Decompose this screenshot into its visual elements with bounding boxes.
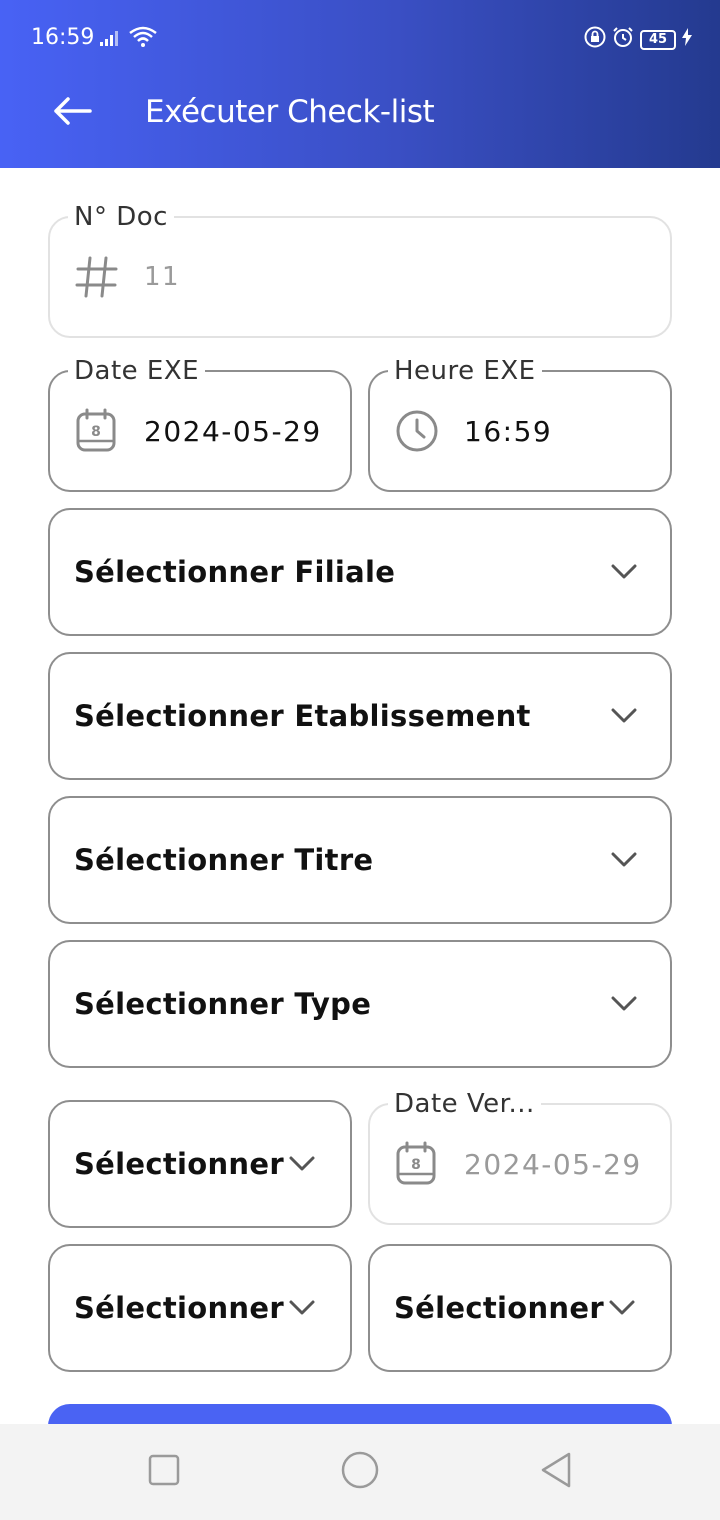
date-ver-value: 2024-05-29 [464, 1147, 642, 1181]
etablissement-select[interactable]: Sélectionner Etablissement [48, 652, 672, 780]
recent-apps-button[interactable] [124, 1424, 204, 1520]
select-1-label: Sélectionner [74, 1147, 284, 1181]
battery-indicator: 45 [640, 29, 676, 50]
chevron-down-icon [610, 654, 638, 778]
chevron-down-icon [610, 942, 638, 1066]
select-3-label: Sélectionner [394, 1291, 604, 1325]
doc-number-field[interactable]: N° Doc 11 [48, 202, 672, 338]
filiale-select-label: Sélectionner Filiale [74, 555, 396, 589]
date-ver-field: Date Ver... 8 2024-05-29 [368, 1089, 672, 1225]
svg-text:8: 8 [91, 424, 101, 440]
triangle-back-icon [539, 1451, 573, 1494]
back-nav-button[interactable] [516, 1424, 596, 1520]
circle-icon [341, 1451, 379, 1494]
calendar-icon: 8 [74, 372, 118, 490]
chevron-down-icon [288, 1102, 316, 1226]
back-button[interactable] [50, 93, 94, 133]
chevron-down-icon [608, 1246, 636, 1370]
date-exe-field[interactable]: Date EXE 8 2024-05-29 [48, 356, 352, 492]
date-exe-value: 2024-05-29 [144, 414, 322, 448]
arrow-left-icon [52, 96, 92, 131]
titre-select[interactable]: Sélectionner Titre [48, 796, 672, 924]
home-button[interactable] [320, 1424, 400, 1520]
chevron-down-icon [610, 798, 638, 922]
heure-exe-value: 16:59 [464, 414, 553, 448]
select-3[interactable]: Sélectionner [368, 1244, 672, 1372]
page-title: Exécuter Check-list [145, 94, 435, 130]
chevron-down-icon [288, 1246, 316, 1370]
signal-icon [100, 28, 122, 51]
select-2-label: Sélectionner [74, 1291, 284, 1325]
type-select-label: Sélectionner Type [74, 987, 372, 1021]
svg-text:8: 8 [411, 1157, 421, 1173]
doc-number-value: 11 [144, 262, 181, 292]
vpn-lock-icon [584, 26, 606, 53]
wifi-icon [128, 25, 158, 54]
select-2[interactable]: Sélectionner [48, 1244, 352, 1372]
clock-icon [394, 372, 440, 490]
alarm-icon [612, 26, 634, 53]
status-time: 16:59 [31, 25, 95, 50]
heure-exe-field[interactable]: Heure EXE 16:59 [368, 356, 672, 492]
select-1[interactable]: Sélectionner [48, 1100, 352, 1228]
hash-icon [74, 218, 120, 336]
etablissement-select-label: Sélectionner Etablissement [74, 699, 531, 733]
square-icon [148, 1454, 180, 1491]
charging-icon [682, 28, 692, 51]
app-bar: 16:59 45 Exécuter Check-list [0, 0, 720, 168]
system-nav-bar [0, 1424, 720, 1520]
calendar-icon: 8 [394, 1105, 438, 1223]
titre-select-label: Sélectionner Titre [74, 843, 374, 877]
chevron-down-icon [610, 510, 638, 634]
type-select[interactable]: Sélectionner Type [48, 940, 672, 1068]
filiale-select[interactable]: Sélectionner Filiale [48, 508, 672, 636]
